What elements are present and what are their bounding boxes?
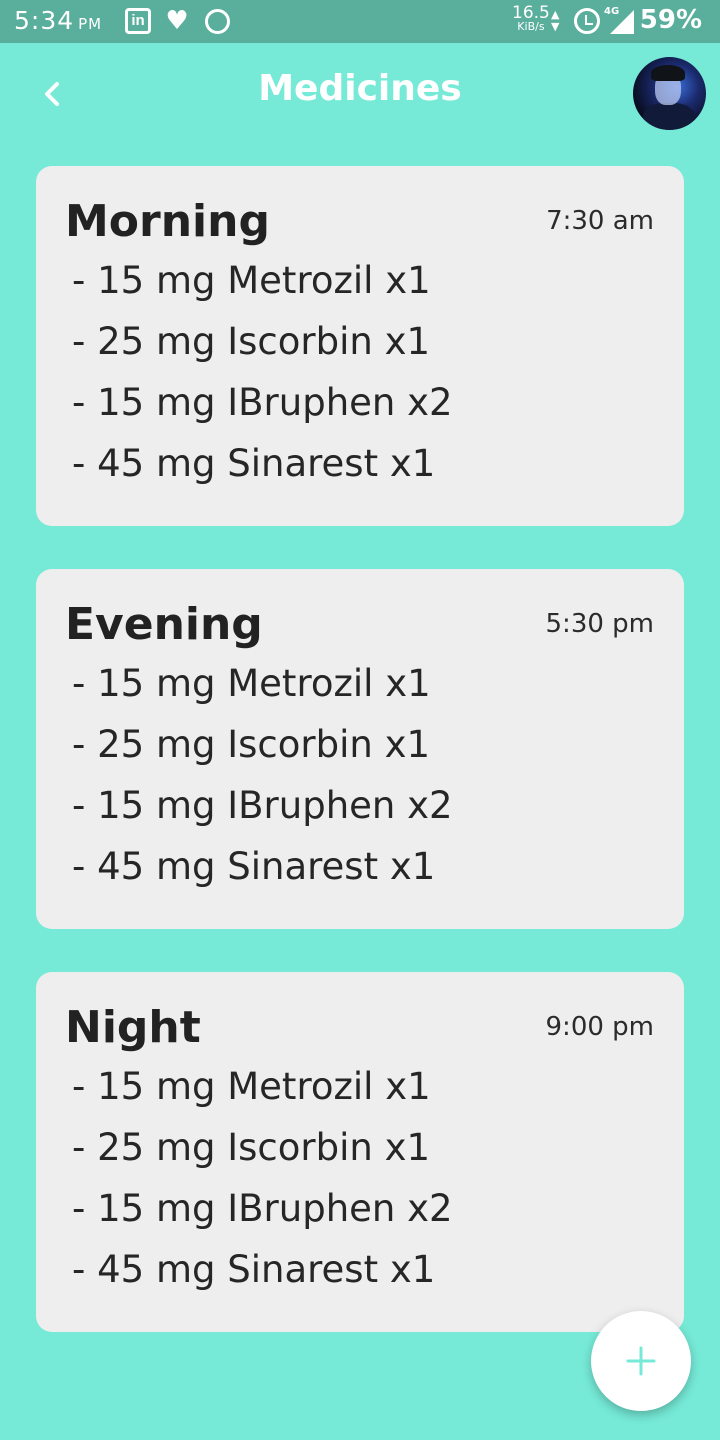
data-arrows-icon: ▲ ▼ xyxy=(551,8,560,33)
medicine-item: - 25 mg Iscorbin x1 xyxy=(72,320,431,363)
medicine-list: - 15 mg Metrozil x1 - 25 mg Iscorbin x1 … xyxy=(72,258,453,502)
medicine-list: - 15 mg Metrozil x1 - 25 mg Iscorbin x1 … xyxy=(72,661,453,905)
card-time: 7:30 am xyxy=(546,206,654,236)
status-time-ampm: PM xyxy=(78,15,103,33)
medicine-item: - 15 mg IBruphen x2 xyxy=(72,1187,453,1230)
network-speed-value: 16.5 xyxy=(512,3,550,23)
medicine-item: - 15 mg IBruphen x2 xyxy=(72,784,453,827)
status-bar: 5:34 PM in ♥ 16.5 KiB/s ▲ ▼ 4G 59% xyxy=(0,0,720,43)
schedule-card-morning[interactable]: Morning 7:30 am - 15 mg Metrozil x1 - 25… xyxy=(36,166,684,526)
circle-app-icon xyxy=(203,7,231,35)
avatar-body xyxy=(643,103,695,130)
heart-icon: ♥ xyxy=(165,6,189,36)
plus-icon xyxy=(626,1346,656,1376)
medicine-item: - 15 mg Metrozil x1 xyxy=(72,259,431,302)
card-time: 5:30 pm xyxy=(545,609,654,639)
alarm-icon xyxy=(574,8,600,34)
network-speed-unit: KiB/s xyxy=(517,20,545,33)
card-period-title: Evening xyxy=(65,599,263,650)
medicine-list: - 15 mg Metrozil x1 - 25 mg Iscorbin x1 … xyxy=(72,1064,453,1308)
medicine-item: - 25 mg Iscorbin x1 xyxy=(72,723,431,766)
card-period-title: Night xyxy=(65,1002,201,1053)
status-time-value: 5:34 xyxy=(14,6,75,35)
medicine-item: - 45 mg Sinarest x1 xyxy=(72,442,436,485)
network-speed: 16.5 KiB/s xyxy=(512,3,550,34)
status-time: 5:34 PM xyxy=(14,6,102,35)
signal-icon xyxy=(610,10,634,34)
medicine-item: - 15 mg Metrozil x1 xyxy=(72,1065,431,1108)
linkedin-icon: in xyxy=(124,7,152,35)
medicine-item: - 45 mg Sinarest x1 xyxy=(72,845,436,888)
page-title: Medicines xyxy=(258,68,462,109)
medicine-item: - 45 mg Sinarest x1 xyxy=(72,1248,436,1291)
medicine-item: - 25 mg Iscorbin x1 xyxy=(72,1126,431,1169)
user-avatar[interactable] xyxy=(633,57,706,130)
battery-level: 59% xyxy=(639,5,702,35)
card-period-title: Morning xyxy=(65,196,270,247)
card-time: 9:00 pm xyxy=(545,1012,654,1042)
medicine-item: - 15 mg Metrozil x1 xyxy=(72,662,431,705)
schedule-card-night[interactable]: Night 9:00 pm - 15 mg Metrozil x1 - 25 m… xyxy=(36,972,684,1332)
add-medicine-button[interactable] xyxy=(591,1311,691,1411)
avatar-hair xyxy=(651,65,685,81)
schedule-card-evening[interactable]: Evening 5:30 pm - 15 mg Metrozil x1 - 25… xyxy=(36,569,684,929)
medicine-item: - 15 mg IBruphen x2 xyxy=(72,381,453,424)
